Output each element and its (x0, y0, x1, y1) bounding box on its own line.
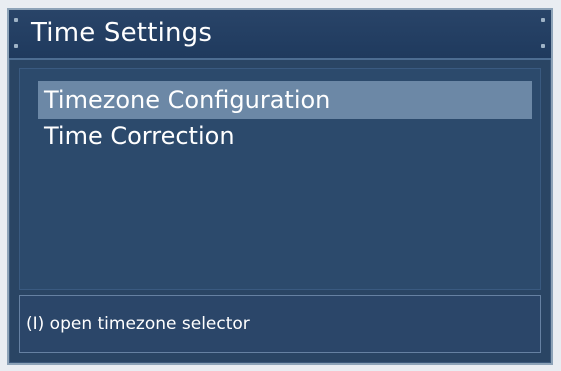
left-corner-decoration (14, 18, 19, 48)
corner-dot (14, 18, 18, 22)
corner-dot (541, 18, 545, 22)
help-bar: (I) open timezone selector (19, 295, 541, 353)
corner-dot (541, 44, 545, 48)
menu-item-time-correction[interactable]: Time Correction (38, 117, 532, 155)
screen: Time Settings Timezone Configuration Tim… (0, 0, 561, 371)
title-bar: Time Settings (9, 10, 551, 60)
help-text: (I) open timezone selector (26, 314, 250, 334)
menu-list: Timezone Configuration Time Correction (19, 68, 541, 290)
dialog-title: Time Settings (31, 18, 213, 48)
time-settings-dialog: Time Settings Timezone Configuration Tim… (7, 8, 553, 365)
corner-dot (14, 44, 18, 48)
menu-item-timezone-configuration[interactable]: Timezone Configuration (38, 81, 532, 119)
right-corner-decoration (541, 18, 546, 48)
